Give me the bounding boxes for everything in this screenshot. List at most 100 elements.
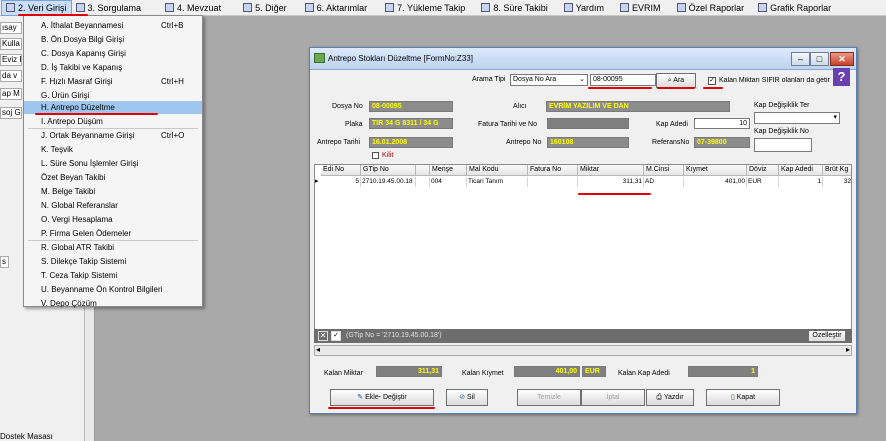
menu-diger[interactable]: 5. Diğer (239, 0, 291, 16)
table-cell[interactable]: 32 (823, 177, 851, 187)
menu-grafik-raporlar[interactable]: Grafik Raporlar (754, 0, 835, 16)
column-header[interactable]: Kap Adedi (779, 165, 823, 176)
column-lookup-icon[interactable] (416, 165, 430, 176)
table-cell[interactable]: 2710.19.45.00.18 (361, 177, 416, 187)
dropdown-item[interactable]: D. İş Takibi ve Kapanış (24, 61, 202, 74)
dropdown-item[interactable]: V. Depo Çözüm (24, 297, 202, 310)
table-cell[interactable] (416, 177, 430, 187)
dropdown-item[interactable]: S. Dilekçe Takip Sistemi (24, 255, 202, 268)
sil-button[interactable]: ⊘ Sil (446, 389, 488, 406)
close-button[interactable]: ✕ (830, 52, 854, 66)
kapat-button[interactable]: ▯ Kapat (706, 389, 780, 406)
scroll-left-icon[interactable]: ◂ (316, 345, 320, 354)
kalan-checkbox[interactable]: ✓ (708, 77, 716, 85)
iptal-button[interactable]: İptal (581, 389, 645, 406)
left-panel-scrollbar[interactable] (84, 304, 94, 441)
menu-mevzuat[interactable]: 4. Mevzuat (161, 0, 225, 16)
dropdown-item[interactable]: R. Global ATR Takibi (24, 241, 202, 254)
menu-yardim[interactable]: Yardım (560, 0, 608, 16)
column-header[interactable]: GTip No (361, 165, 416, 176)
menu-ozel-raporlar[interactable]: Özel Raporlar (673, 0, 749, 16)
menu-aktarimlar[interactable]: 6. Aktarımlar (301, 0, 372, 16)
dropdown-item[interactable]: P. Firma Gelen Ödemeler (24, 227, 202, 240)
dropdown-item[interactable]: M. Belge Takibi (24, 185, 202, 198)
dropdown-item[interactable]: C. Dosya Kapanış Girişi (24, 47, 202, 60)
dropdown-item[interactable]: F. Hızlı Masraf Girişi Ctrl+H (24, 75, 202, 88)
antrepo-tarihi-field[interactable]: 16.01.2008 (369, 137, 453, 148)
column-header[interactable]: Mal Kodu (467, 165, 528, 176)
kalan-kap-field: 1 (688, 366, 758, 377)
table-cell[interactable]: 5 (321, 177, 361, 187)
left-panel-row[interactable]: ısay (0, 22, 22, 34)
ara-button[interactable]: ⌕ Ara (656, 73, 696, 88)
dropdown-item-label: U. Beyanname Ön Kontrol Bilgileri (41, 285, 163, 294)
window-title-bar[interactable]: Antrepo Stokları Düzeltme [FormNo:Z33] –… (310, 48, 856, 70)
left-panel-row[interactable]: ap M (0, 88, 22, 100)
close-filter-icon[interactable]: ✕ (318, 331, 328, 341)
dropdown-item[interactable]: L. Süre Sonu İşlemler Girişi (24, 157, 202, 170)
row-indicator-icon: ▸ (315, 178, 319, 185)
left-panel-row[interactable]: soj G (0, 107, 22, 119)
antrepo-no-label: Antrepo No (506, 139, 542, 146)
menu-yukleme-takip[interactable]: 7. Yükleme Takip (381, 0, 469, 16)
kap-degisiklik-ter-select[interactable]: ▾ (754, 112, 840, 124)
minimize-button[interactable]: – (791, 52, 810, 66)
left-panel-row[interactable]: Eviz K (0, 54, 22, 66)
time-track-icon (481, 3, 491, 12)
dropdown-item[interactable]: N. Global Referanslar (24, 199, 202, 212)
table-cell[interactable]: 004 (430, 177, 467, 187)
temizle-button[interactable]: Temizle (517, 389, 581, 406)
column-header[interactable]: Miktar (578, 165, 644, 176)
dropdown-item[interactable]: Özet Beyan Takibi (24, 171, 202, 184)
dropdown-item[interactable]: U. Beyanname Ön Kontrol Bilgileri (24, 283, 202, 296)
scroll-right-icon[interactable]: ▸ (846, 345, 850, 354)
table-cell[interactable]: Ticari Tanım (467, 177, 528, 187)
column-header[interactable]: Menşe (430, 165, 467, 176)
column-header[interactable]: Edi No (321, 165, 361, 176)
menu-sure-takibi[interactable]: 8. Süre Takibi (477, 0, 551, 16)
menu-evrim[interactable]: EVRIM (616, 0, 665, 16)
kap-degisiklik-no-field[interactable] (754, 138, 812, 152)
dropdown-item[interactable]: T. Ceza Takip Sistemi (24, 269, 202, 282)
grid-horizontal-scrollbar[interactable]: ◂ ▸ (314, 345, 852, 356)
column-header[interactable]: Fatura No (528, 165, 578, 176)
dosya-no-field[interactable]: 08-00095 (369, 101, 453, 112)
antrepo-no-field[interactable]: 160108 (547, 137, 629, 148)
filter-checkbox[interactable]: ✓ (331, 331, 341, 341)
table-cell[interactable]: 1 (779, 177, 823, 187)
column-header[interactable]: Döviz (747, 165, 779, 176)
kalan-sifir-label: Kalan Miktarı SIFIR olanları da getir (719, 77, 830, 84)
dropdown-item[interactable]: A. İthalat Beyannamesi Ctrl+B (24, 19, 202, 32)
loading-track-icon (385, 3, 395, 12)
fatura-field[interactable] (547, 118, 629, 129)
search-input[interactable]: 08-00095 (590, 74, 656, 86)
kilit-checkbox[interactable] (372, 152, 379, 159)
yazdir-button[interactable]: ⎙ Yazdır (646, 389, 694, 406)
dropdown-item[interactable]: I. Antrepo Düşüm (24, 115, 202, 128)
table-cell[interactable]: 311,31 (578, 177, 644, 187)
ozellestir-button[interactable]: Özelleştir (808, 330, 846, 342)
maximize-button[interactable]: □ (810, 52, 829, 66)
alici-field[interactable]: EVRİM YAZILIM VE DAN (546, 101, 730, 112)
dropdown-item[interactable]: J. Ortak Beyanname Girişi Ctrl+O (24, 129, 202, 142)
column-header[interactable]: Kıymet (684, 165, 747, 176)
table-cell[interactable]: EUR (747, 177, 779, 187)
kap-adedi-field[interactable]: 10 (694, 118, 750, 129)
table-cell[interactable] (528, 177, 578, 187)
referans-no-field[interactable]: 07-39800 (694, 137, 750, 148)
table-cell[interactable]: 401,00 (684, 177, 747, 187)
dropdown-item[interactable]: B. Ön Dosya Bilgi Girişi (24, 33, 202, 46)
help-icon[interactable]: ? (833, 68, 850, 86)
ekle-degistir-button[interactable]: ✎ Ekle- Değiştir (330, 389, 434, 406)
left-panel-stub[interactable]: s (0, 256, 9, 268)
plaka-field[interactable]: TIR 34 G 8311 / 34 G (369, 118, 453, 129)
kap-degisiklik-no-label: Kap Değişiklik No (754, 128, 809, 135)
dropdown-item[interactable]: O. Vergi Hesaplama (24, 213, 202, 226)
arama-tipi-select[interactable]: Dosya No Ara ⌄ (510, 74, 588, 86)
left-panel-row[interactable]: Kulla (0, 38, 22, 50)
column-header[interactable]: Brüt Kg (823, 165, 851, 176)
table-cell[interactable]: AD (644, 177, 684, 187)
left-panel-row[interactable]: da v (0, 70, 22, 82)
dropdown-item[interactable]: K. Teşvik (24, 143, 202, 156)
column-header[interactable]: M.Cinsi (644, 165, 684, 176)
